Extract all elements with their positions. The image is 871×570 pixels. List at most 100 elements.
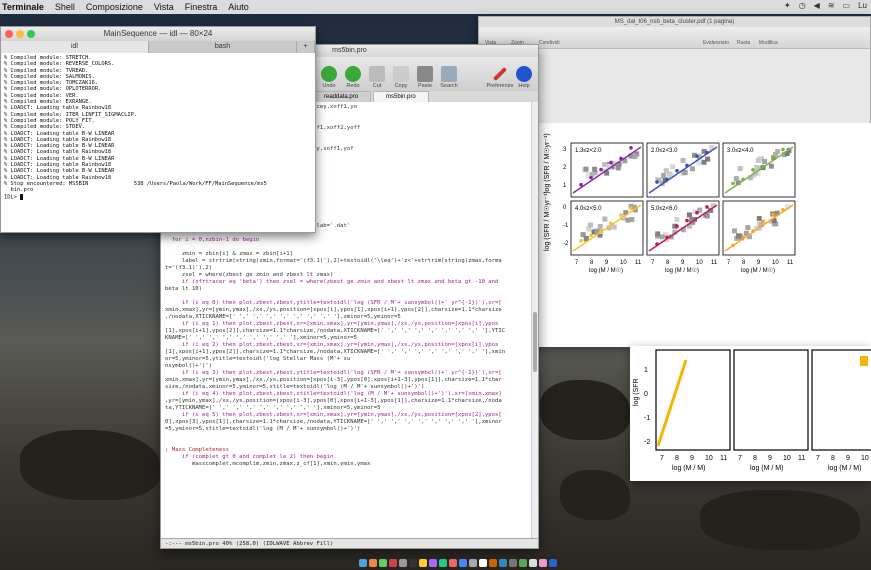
code-line: [1],xpos[i+1],ypos[2]],charsize=1.1*char… [165,349,506,355]
code-line: if (i eq 3) then plot,zbest,zbest,ytitle… [165,370,502,376]
paste-button[interactable]: Paste [415,66,435,89]
dock-app-icon[interactable] [509,559,517,567]
search-button[interactable]: Search [439,66,459,89]
dock-app-icon[interactable] [439,559,447,567]
dock-app-icon[interactable] [409,559,417,567]
panel-label: 5.0≤z<6.0 [651,206,678,212]
dock-app-icon[interactable] [499,559,507,567]
minimize-icon[interactable] [16,30,24,38]
dock-app-icon[interactable] [519,559,527,567]
dropbox-icon[interactable]: ✦ [784,1,791,10]
dock [318,559,598,569]
dock-app-icon[interactable] [399,559,407,567]
data-point [589,175,593,180]
preferences-button[interactable]: Preferenze [487,66,513,89]
close-icon[interactable] [5,30,13,38]
dock-app-icon[interactable] [369,559,377,567]
dock-app-icon[interactable] [419,559,427,567]
code-line: if (i eq 1) then plot,zbest,zbest,xr=[xm… [165,321,499,327]
dock-app-icon[interactable] [359,559,367,567]
data-point [731,243,735,248]
new-tab-icon[interactable]: + [297,41,315,53]
x-tick-label: 10 [705,455,713,462]
menu-item-finestra[interactable]: Finestra [185,2,218,12]
dock-app-icon[interactable] [449,559,457,567]
code-line: ,yr=[ymin,ymax],/xs,/ys,position=[xpos[i… [165,398,502,404]
dock-app-icon[interactable] [489,559,497,567]
data-point [731,181,735,186]
x-tick-label: 7 [575,260,579,266]
search-label: Search [440,83,458,89]
density-cell [597,224,603,230]
code-line: t='(f3.1)'),2) [165,265,213,271]
scroll-thumb[interactable] [533,312,537,372]
data-point [609,221,613,226]
help-label: Help [518,83,530,89]
rock [560,470,630,520]
copy-icon [393,66,409,82]
tab-idl[interactable]: idl [1,41,149,53]
x-tick-label: 8 [831,455,835,462]
battery-icon[interactable]: ▭ [843,1,851,10]
volume-icon[interactable]: ◀ [814,1,820,10]
dock-app-icon[interactable] [549,559,557,567]
data-point [771,212,775,217]
zoom-icon[interactable] [27,30,35,38]
undo-button[interactable]: Undo [319,66,339,89]
density-cell [745,225,751,231]
redo-button[interactable]: Redo [343,66,363,89]
copy-button[interactable]: Copy [391,66,411,89]
pdf-share-button[interactable]: Condividi [539,40,560,46]
x-tick-label: 10 [696,260,703,266]
wand-icon [492,66,508,82]
pdf-rotate-button[interactable]: Ruota [737,40,750,46]
tab-readdata[interactable]: readdata.pro [311,91,372,102]
menu-item-vista[interactable]: Vista [154,2,174,12]
dock-app-icon[interactable] [529,559,537,567]
density-cell [689,166,695,172]
dock-app-icon[interactable] [389,559,397,567]
pdf-edit-button[interactable]: Modifica [759,40,778,46]
x-tick-label: 11 [787,260,794,266]
y-tick-label: 3 [563,147,567,153]
x-tick-label: 8 [666,260,670,266]
paste-label: Paste [417,83,433,89]
clock-icon[interactable]: ◷ [799,1,806,10]
dock-app-icon[interactable] [479,559,487,567]
dock-app-icon[interactable] [379,559,387,567]
dock-app-icon[interactable] [539,559,547,567]
editor-scrollbar[interactable] [531,102,538,540]
menu-app-name[interactable]: Terminale [2,2,44,12]
density-cell [756,215,762,221]
menu-item-aiuto[interactable]: Aiuto [228,2,249,12]
density-cell [587,222,593,228]
help-button[interactable]: Help [514,66,534,89]
data-point [781,207,785,212]
density-cell [602,162,608,168]
density-cell [768,163,774,169]
density-cell [670,164,676,170]
rock [540,380,630,440]
copy-label: Copy [394,83,408,89]
pdf-highlight-button[interactable]: Evidenziato [703,40,729,46]
data-point [781,147,785,152]
dock-app-icon[interactable] [429,559,437,567]
density-cell [704,213,710,219]
tab-ms5bin[interactable]: ms5bin.pro [373,91,429,102]
code-line: if (i eq 4) then plot,zbest,zbest,xtitle… [165,391,502,397]
editor-status-bar: -:--- ms5bin.pro 40% (258,0) (IDLWAVE Ab… [161,538,538,548]
dock-app-icon[interactable] [459,559,467,567]
terminal-output[interactable]: % Compiled module: STRETCH.% Compiled mo… [1,53,315,233]
density-cell [632,154,638,160]
dock-app-icon[interactable] [469,559,477,567]
cut-button[interactable]: Cut [367,66,387,89]
menu-item-composizione[interactable]: Composizione [86,2,143,12]
data-point [675,224,679,228]
tab-bash[interactable]: bash [149,41,297,53]
pdf-figure-second: 7 8 9 10 11log (M / M)7 8 9 10 11log (M / M)7 8 9 1… [633,349,871,472]
clock-label[interactable]: Lu [858,1,867,10]
undo-icon [321,66,337,82]
menu-item-shell[interactable]: Shell [55,2,75,12]
wifi-icon[interactable]: ≋ [828,1,835,10]
